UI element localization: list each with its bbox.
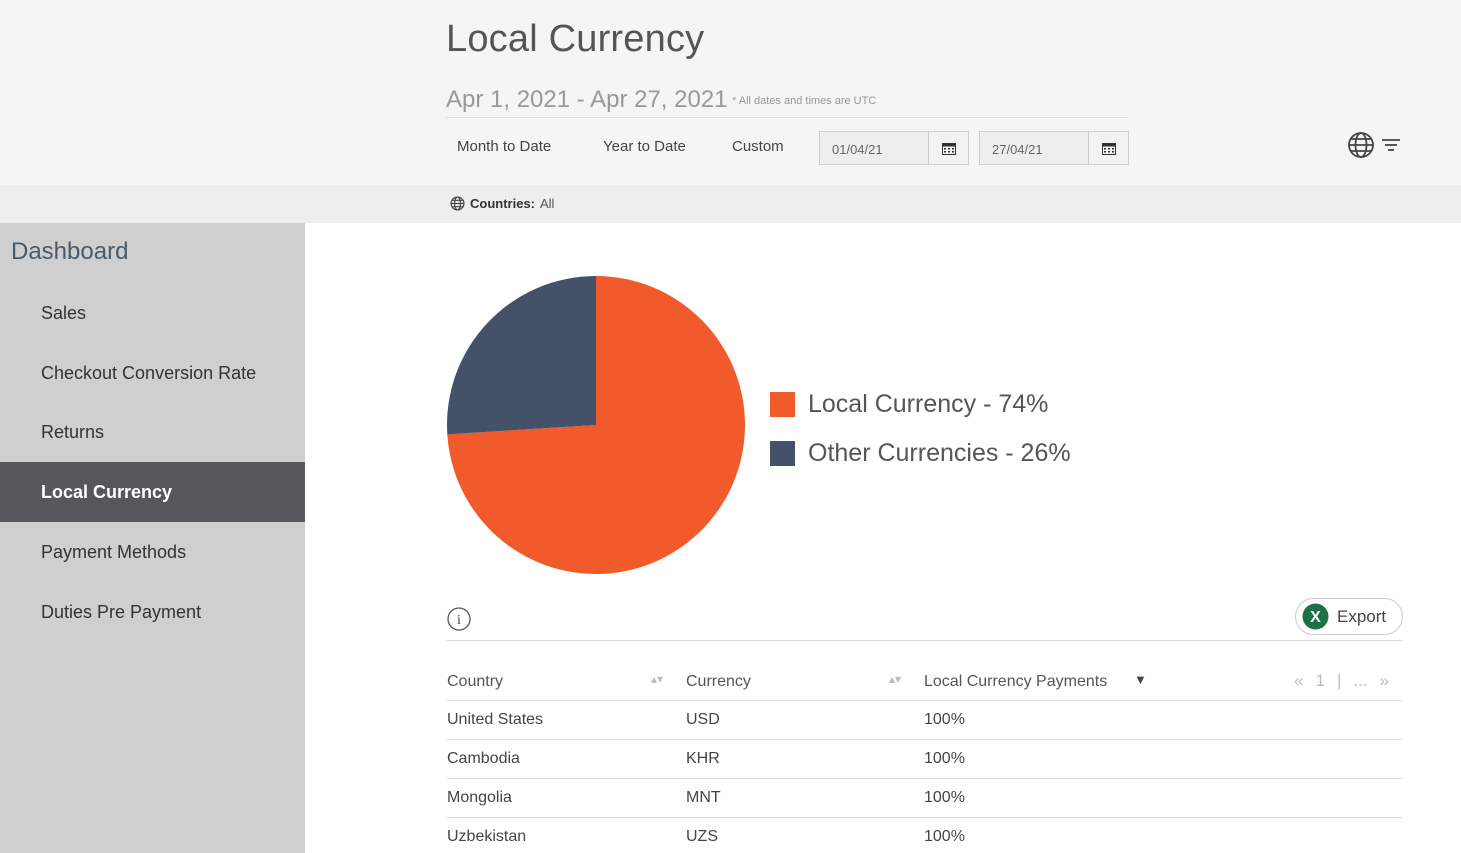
end-date-field[interactable]: 27/04/21 [979,131,1129,165]
svg-text:X: X [1310,609,1321,626]
sidebar-heading: Dashboard [11,238,129,265]
calendar-icon[interactable] [1088,132,1128,164]
legend-label: Local Currency - 74% [808,390,1049,418]
sidebar-item-payment-methods[interactable]: Payment Methods [0,522,305,582]
year-to-date-button[interactable]: Year to Date [603,138,686,155]
cell-local-currency-payments: 100% [924,789,965,806]
globe-icon[interactable] [1347,131,1375,164]
cell-currency: MNT [686,789,721,806]
previous-page-button[interactable]: « [1294,671,1303,691]
countries-filter-value: All [540,196,555,211]
pagination-separator: | [1336,671,1342,690]
utc-note: * All dates and times are UTC [732,95,877,107]
cell-country: United States [447,711,544,728]
sidebar-item-checkout-conversion-rate[interactable]: Checkout Conversion Rate [0,343,305,403]
info-icon[interactable]: i [447,607,471,636]
cell-local-currency-payments: 100% [924,828,965,845]
excel-icon: X [1302,603,1329,630]
date-range-label: Apr 1, 2021 - Apr 27, 2021 [446,86,728,113]
cell-currency: KHR [686,750,720,767]
countries-filter: Countries: All [450,196,554,211]
pagination: « 1 | ... » [1294,671,1389,691]
column-header-country[interactable]: Country [447,673,503,691]
month-to-date-button[interactable]: Month to Date [457,138,551,155]
next-page-button[interactable]: » [1380,671,1389,691]
column-header-local-currency-payments[interactable]: Local Currency Payments [924,673,1107,691]
row-divider [447,739,1403,740]
sort-icon[interactable]: ▴▾ [889,672,901,686]
chart-legend: Local Currency - 74% Other Currencies - … [770,380,1071,478]
sidebar: Dashboard Sales Checkout Conversion Rate… [0,223,305,853]
calendar-icon[interactable] [928,132,968,164]
currency-pie-chart [447,276,745,574]
legend-swatch [770,441,795,466]
title-divider [446,117,1128,118]
legend-swatch [770,392,795,417]
divider [447,640,1403,641]
cell-currency: USD [686,711,720,728]
legend-item-other-currencies: Other Currencies - 26% [770,429,1071,478]
page-title: Local Currency [446,18,705,60]
sidebar-item-sales[interactable]: Sales [0,283,305,343]
start-date-field[interactable]: 01/04/21 [819,131,969,165]
active-filter-bar [0,185,1461,223]
export-label: Export [1337,606,1387,626]
header-divider [447,700,1403,701]
sort-desc-icon[interactable]: ▼ [1134,672,1147,687]
report-header: Local Currency Apr 1, 2021 - Apr 27, 202… [0,0,1461,185]
more-pages-button[interactable]: ... [1353,671,1367,691]
cell-country: Cambodia [447,750,520,767]
page-number-1[interactable]: 1 [1315,671,1324,691]
countries-filter-label: Countries: [470,196,535,211]
header-tools [1347,131,1401,164]
filter-icon[interactable] [1381,138,1401,157]
start-date-value[interactable]: 01/04/21 [820,132,928,164]
legend-label: Other Currencies - 26% [808,439,1071,467]
row-divider [447,817,1403,818]
cell-local-currency-payments: 100% [924,750,965,767]
cell-country: Uzbekistan [447,828,527,845]
end-date-value[interactable]: 27/04/21 [980,132,1088,164]
cell-country: Mongolia [447,789,512,806]
sidebar-item-duties-pre-payment[interactable]: Duties Pre Payment [0,582,305,642]
sidebar-item-returns[interactable]: Returns [0,402,305,462]
sort-icon[interactable]: ▴▾ [651,672,663,686]
sidebar-item-local-currency[interactable]: Local Currency [0,462,305,522]
pie-slice-other-currencies[interactable] [447,276,596,435]
cell-local-currency-payments: 100% [924,711,965,728]
cell-currency: UZS [686,828,718,845]
row-divider [447,778,1403,779]
export-button[interactable]: X Export [1295,598,1403,635]
column-header-currency[interactable]: Currency [686,673,751,691]
globe-icon [450,196,465,211]
svg-text:i: i [457,613,461,628]
custom-range-button[interactable]: Custom [732,138,784,155]
legend-item-local-currency: Local Currency - 74% [770,380,1071,429]
